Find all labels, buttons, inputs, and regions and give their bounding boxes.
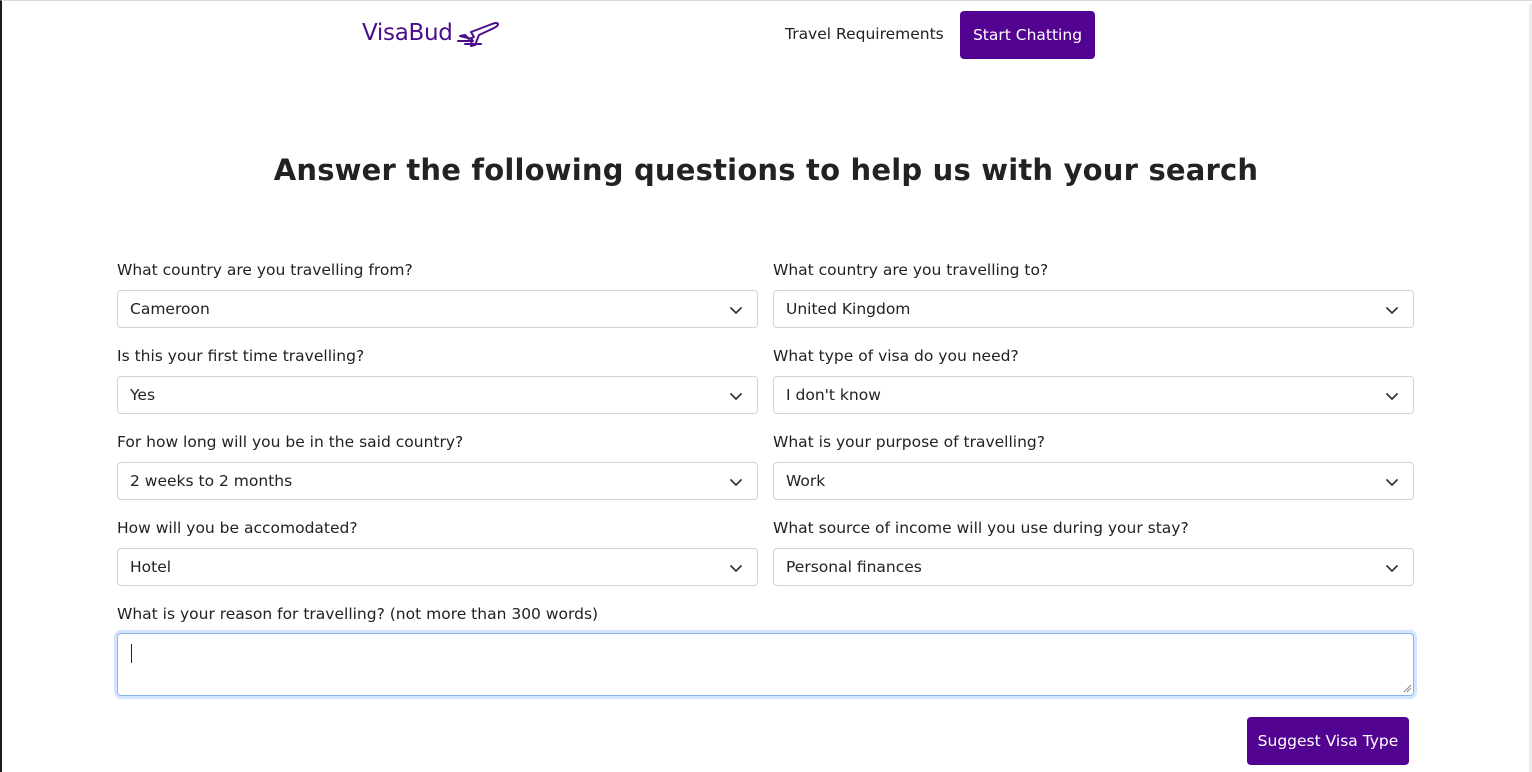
chevron-down-icon — [730, 307, 742, 314]
visa-type-value: I don't know — [786, 386, 881, 404]
reason-label: What is your reason for travelling? (not… — [117, 605, 599, 623]
purpose-select[interactable]: Work — [773, 462, 1414, 500]
chevron-down-icon — [1386, 479, 1398, 486]
to-country-value: United Kingdom — [786, 300, 911, 318]
reason-textarea[interactable] — [117, 633, 1414, 696]
from-country-select[interactable]: Cameroon — [117, 290, 758, 328]
duration-label: For how long will you be in the said cou… — [117, 433, 464, 451]
to-country-label: What country are you travelling to? — [773, 261, 1049, 279]
accommodation-select[interactable]: Hotel — [117, 548, 758, 586]
purpose-label: What is your purpose of travelling? — [773, 433, 1045, 451]
purpose-value: Work — [786, 472, 826, 490]
suggest-visa-type-button[interactable]: Suggest Visa Type — [1247, 717, 1409, 765]
chevron-down-icon — [730, 479, 742, 486]
airplane-takeoff-icon — [456, 18, 501, 48]
income-source-label: What source of income will you use durin… — [773, 519, 1189, 537]
visa-type-select[interactable]: I don't know — [773, 376, 1414, 414]
accommodation-label: How will you be accomodated? — [117, 519, 358, 537]
first-time-select[interactable]: Yes — [117, 376, 758, 414]
duration-select[interactable]: 2 weeks to 2 months — [117, 462, 758, 500]
text-caret — [131, 644, 132, 663]
nav-travel-requirements[interactable]: Travel Requirements — [785, 25, 944, 43]
to-country-select[interactable]: United Kingdom — [773, 290, 1414, 328]
chevron-down-icon — [1386, 565, 1398, 572]
duration-value: 2 weeks to 2 months — [130, 472, 293, 490]
resize-grip-icon[interactable] — [1403, 684, 1412, 693]
from-country-label: What country are you travelling from? — [117, 261, 413, 279]
chevron-down-icon — [730, 393, 742, 400]
page-title: Answer the following questions to help u… — [273, 153, 1259, 187]
chevron-down-icon — [1386, 307, 1398, 314]
first-time-value: Yes — [130, 386, 156, 404]
chevron-down-icon — [730, 565, 742, 572]
first-time-label: Is this your first time travelling? — [117, 347, 365, 365]
accommodation-value: Hotel — [130, 558, 172, 576]
logo-link[interactable]: VisaBud — [362, 18, 501, 48]
chevron-down-icon — [1386, 393, 1398, 400]
income-source-select[interactable]: Personal finances — [773, 548, 1414, 586]
logo-text: VisaBud — [362, 20, 453, 46]
from-country-value: Cameroon — [130, 300, 210, 318]
start-chatting-button[interactable]: Start Chatting — [960, 11, 1095, 59]
visa-type-label: What type of visa do you need? — [773, 347, 1019, 365]
income-source-value: Personal finances — [786, 558, 922, 576]
